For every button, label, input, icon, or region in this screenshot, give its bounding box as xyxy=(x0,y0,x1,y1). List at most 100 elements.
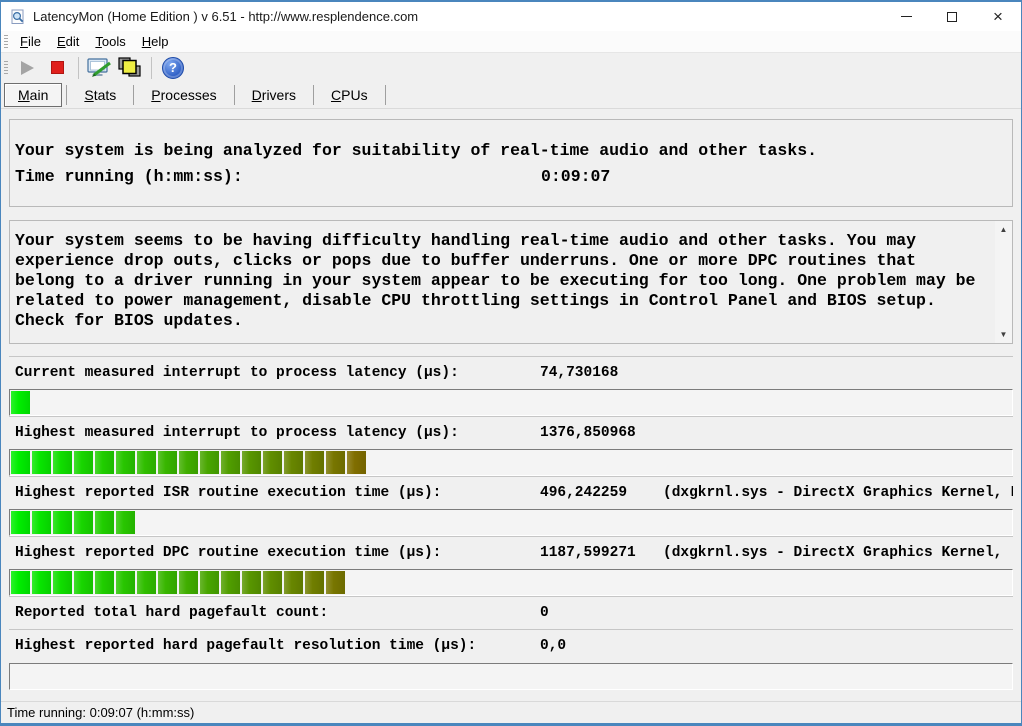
menu-item-edit[interactable]: Edit xyxy=(49,32,87,51)
window-controls: × xyxy=(883,2,1021,31)
stat-detail: (dxgkrnl.sys - DirectX Graphics Kernel, xyxy=(663,545,1003,561)
empty-progress-bar xyxy=(9,663,1013,690)
warning-text: Your system seems to be having difficult… xyxy=(15,231,976,330)
tab-main[interactable]: Main xyxy=(4,83,63,107)
tab-separator xyxy=(233,85,235,105)
bar-segment xyxy=(53,451,72,474)
stat-row: Highest measured interrupt to process la… xyxy=(9,416,1013,476)
tab-separator xyxy=(133,85,135,105)
menu-gripper xyxy=(4,34,8,49)
play-icon xyxy=(20,60,34,75)
bar-segment xyxy=(221,451,240,474)
toolbar-separator xyxy=(78,56,79,79)
tab-separator xyxy=(66,85,68,105)
app-icon xyxy=(11,9,24,24)
stat-line: Highest reported DPC routine execution t… xyxy=(9,542,1013,564)
progress-bar xyxy=(9,569,1013,596)
bar-segment xyxy=(74,571,93,594)
minimize-button[interactable] xyxy=(883,2,929,31)
bar-segment xyxy=(11,391,30,414)
analyze-button[interactable] xyxy=(85,55,115,81)
bar-segment xyxy=(200,451,219,474)
bar-segment xyxy=(11,571,30,594)
bar-segment xyxy=(53,511,72,534)
bar-segment xyxy=(116,571,135,594)
menu-item-file[interactable]: File xyxy=(12,32,49,51)
stat-label: Highest reported DPC routine execution t… xyxy=(15,545,442,561)
stat-row: Highest reported DPC routine execution t… xyxy=(9,536,1013,596)
bar-segment xyxy=(158,451,177,474)
bar-segment xyxy=(179,451,198,474)
stat-line: Current measured interrupt to process la… xyxy=(9,362,1013,384)
tab-bar: Main Stats Processes Drivers CPUs xyxy=(1,82,1021,109)
stat-detail: (dxgkrnl.sys - DirectX Graphics Kernel, … xyxy=(663,485,1013,501)
bar-segment xyxy=(32,511,51,534)
bar-segment xyxy=(137,451,156,474)
bar-segment xyxy=(326,451,345,474)
menu-item-tools[interactable]: Tools xyxy=(87,32,133,51)
stat-row: Highest reported ISR routine execution t… xyxy=(9,476,1013,536)
bar-segment xyxy=(242,451,261,474)
stop-monitor-button[interactable] xyxy=(42,55,72,81)
warning-box: Your system seems to be having difficult… xyxy=(9,220,1013,344)
report-button[interactable] xyxy=(115,55,145,81)
maximize-icon xyxy=(947,11,957,22)
stat-value: 1376,850968 xyxy=(540,425,636,441)
bar-segment xyxy=(242,571,261,594)
tab-cpus[interactable]: CPUs xyxy=(318,84,381,106)
warning-scrollbar[interactable]: ▲ ▼ xyxy=(995,221,1012,343)
stat-row: Current measured interrupt to process la… xyxy=(9,356,1013,416)
scroll-up-icon[interactable]: ▲ xyxy=(995,221,1012,238)
bar-segment xyxy=(347,451,366,474)
bar-segment xyxy=(263,571,282,594)
stat-label: Reported total hard pagefault count: xyxy=(15,605,329,621)
time-running-label: Time running (h:mm:ss): xyxy=(15,167,243,186)
tab-processes[interactable]: Processes xyxy=(138,84,229,106)
stat-row: Highest reported hard pagefault resoluti… xyxy=(9,629,1013,657)
bar-segment xyxy=(11,511,30,534)
bar-segment xyxy=(74,451,93,474)
help-icon: ? xyxy=(162,56,184,79)
stat-line: Highest measured interrupt to process la… xyxy=(9,422,1013,444)
bar-segment xyxy=(95,571,114,594)
bar-segment xyxy=(116,451,135,474)
start-monitor-button[interactable] xyxy=(12,55,42,81)
status-text: Time running: 0:09:07 (h:mm:ss) xyxy=(7,705,195,720)
bar-segment xyxy=(32,571,51,594)
stat-line: Reported total hard pagefault count: 0 xyxy=(9,602,1013,624)
close-button[interactable]: × xyxy=(975,2,1021,31)
bar-segment xyxy=(221,571,240,594)
menu-item-help[interactable]: Help xyxy=(134,32,177,51)
latencymon-window: LatencyMon (Home Edition ) v 6.51 - http… xyxy=(0,0,1022,726)
stat-label: Highest reported hard pagefault resoluti… xyxy=(15,638,477,654)
minimize-icon xyxy=(900,16,912,17)
main-panel: Your system is being analyzed for suitab… xyxy=(1,109,1021,701)
status-bar: Time running: 0:09:07 (h:mm:ss) xyxy=(1,701,1021,723)
maximize-button[interactable] xyxy=(929,2,975,31)
tab-stats[interactable]: Stats xyxy=(71,84,129,106)
stat-line: Highest reported hard pagefault resoluti… xyxy=(9,635,1013,657)
bar-segment xyxy=(263,451,282,474)
analysis-message: Your system is being analyzed for suitab… xyxy=(15,141,818,160)
tab-drivers[interactable]: Drivers xyxy=(239,84,309,106)
time-running-line: Time running (h:mm:ss): 0:09:07 xyxy=(15,164,1012,190)
stat-value: 1187,599271 xyxy=(540,545,636,561)
toolbar-separator xyxy=(151,56,152,79)
bar-segment xyxy=(11,451,30,474)
toolbar: ? xyxy=(1,52,1021,82)
bar-segment xyxy=(116,511,135,534)
menu-bar: File Edit Tools Help xyxy=(1,31,1021,52)
bar-segment xyxy=(284,571,303,594)
help-button[interactable]: ? xyxy=(158,55,188,81)
stat-value: 74,730168 xyxy=(540,365,619,381)
stat-label: Highest reported ISR routine execution t… xyxy=(15,485,442,501)
stats-section: Current measured interrupt to process la… xyxy=(9,356,1013,690)
bar-segment xyxy=(305,571,324,594)
scroll-down-icon[interactable]: ▼ xyxy=(995,326,1012,343)
stat-value: 496,242259 xyxy=(540,485,628,501)
bar-segment xyxy=(32,451,51,474)
bar-segment xyxy=(305,451,324,474)
bar-segment xyxy=(74,511,93,534)
bar-segment xyxy=(200,571,219,594)
stat-label: Highest measured interrupt to process la… xyxy=(15,425,459,441)
